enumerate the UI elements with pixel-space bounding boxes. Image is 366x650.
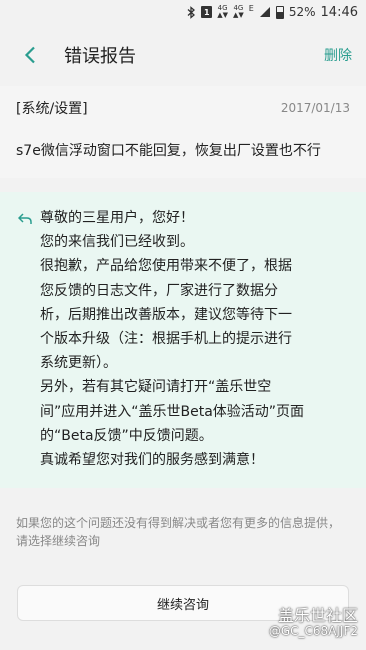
report-header: [系统/设置] 2017/01/13 xyxy=(16,98,350,118)
reply-line: 您的来信我们已经收到。 xyxy=(40,234,194,251)
reply-line: 间”应用并进入“盖乐世Beta体验活动”页面 xyxy=(40,403,305,420)
status-bar: 1 4G ▲▼ 4G ▲▼ E 52% 14:46 xyxy=(0,0,366,24)
chevron-left-icon xyxy=(24,46,35,64)
delete-button[interactable]: 删除 xyxy=(324,45,352,65)
battery-percent: 52% xyxy=(288,5,316,19)
reply-panel: 尊敬的三星用户，您好！ 您的来信我们已经收到。 很抱歉，产品给您使用带来不便了，… xyxy=(0,192,366,489)
report-date: 2017/01/13 xyxy=(280,101,350,115)
network-type-icon: E xyxy=(248,4,254,13)
signal-icon xyxy=(259,6,271,18)
reply-icon xyxy=(17,206,40,472)
battery-icon xyxy=(275,5,284,19)
reply-line: 另外，若有其它疑问请打开“盖乐世空 xyxy=(40,379,272,396)
reply-line: 析，后期推出改善版本，建议您等待下一 xyxy=(40,306,292,323)
sim-icon: 1 xyxy=(201,6,213,18)
report-text: s7e微信浮动窗口不能回复，恢复出厂设置也不行 xyxy=(16,143,321,159)
reply-line: 您反馈的日志文件，厂家进行了数据分 xyxy=(40,282,278,299)
reply-line: 个版本升级（注：根据手机上的提示进行 xyxy=(40,331,292,348)
reply-body: 尊敬的三星用户，您好！ 您的来信我们已经收到。 很抱歉，产品给您使用带来不便了，… xyxy=(40,206,304,472)
watermark-logo-text: 盖乐世社区 xyxy=(277,606,358,625)
clock: 14:46 xyxy=(320,4,358,20)
report-category: [系统/设置] xyxy=(16,101,88,117)
app-bar: 错误报告 删除 xyxy=(0,24,366,86)
report-card: [系统/设置] 2017/01/13 s7e微信浮动窗口不能回复，恢复出厂设置也… xyxy=(0,86,366,178)
network-icon-b: 4G ▲▼ xyxy=(233,4,244,19)
back-button[interactable] xyxy=(18,43,42,67)
reply-line: 尊敬的三星用户，您好！ xyxy=(40,210,194,226)
reply-line: 的“Beta反馈”中反馈问题。 xyxy=(40,427,213,444)
continue-prompt: 如果您的这个问题还没有得到解决或者您有更多的信息提供，请选择继续咨询 xyxy=(16,516,341,549)
reply-line: 系统更新）。 xyxy=(40,355,117,372)
reply-line: 很抱歉，产品给您使用带来不便了，根据 xyxy=(40,258,292,275)
bluetooth-icon xyxy=(186,5,196,19)
watermark-username: @GC_C68AJJF2 xyxy=(268,624,358,638)
network-icon-a: 4G ▲▼ xyxy=(217,4,229,19)
page-title: 错误报告 xyxy=(64,46,136,67)
reply-line: 真诚希望您对我们的服务感到满意！ xyxy=(40,452,264,469)
